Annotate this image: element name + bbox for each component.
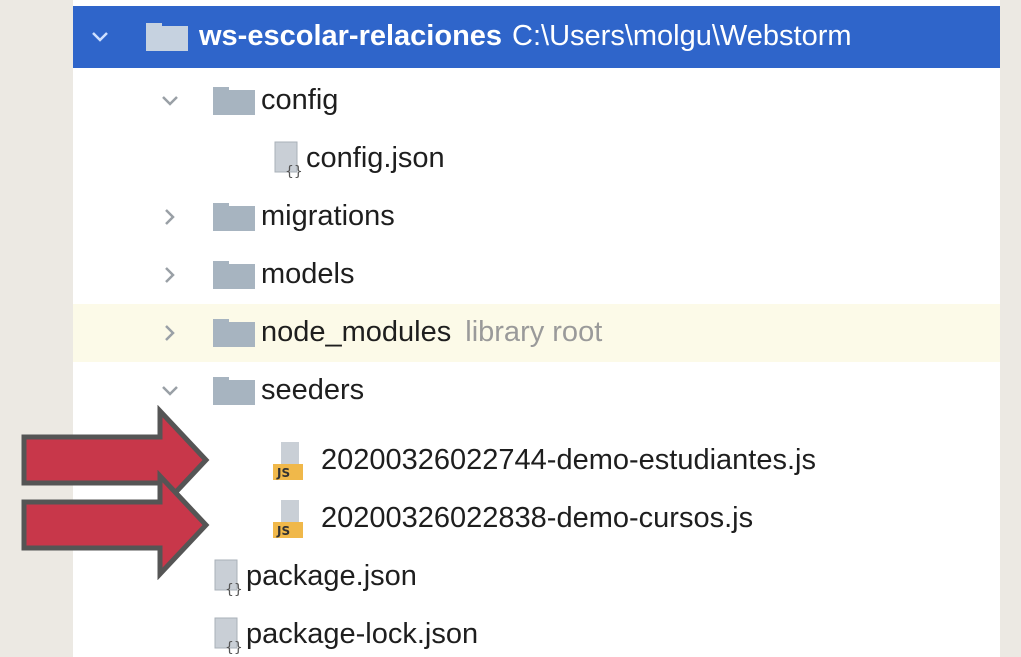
tree-item-models[interactable]: models [73,246,1000,304]
tree-item-label: config [261,84,339,116]
js-file-icon: JS [273,442,309,482]
chevron-down-icon[interactable] [161,92,179,110]
svg-text:JS: JS [276,466,290,480]
tree-item-label: package-lock.json [246,618,479,650]
tree-item-label: seeders [261,374,365,406]
svg-text:{}: {} [225,582,243,598]
json-file-icon: {} [213,558,249,598]
folder-icon [213,203,255,231]
folder-icon [146,23,188,51]
svg-text:{}: {} [225,640,243,656]
tree-item-node-modules[interactable]: node_modules library root [73,304,1000,362]
chevron-down-icon[interactable] [161,382,179,400]
svg-text:JS: JS [276,524,290,538]
node-modules-name: node_modules [261,316,452,348]
tree-root-label: ws-escolar-relaciones C:\Users\molgu\Webs… [199,20,852,53]
tree-item-label: node_modules library root [261,316,602,349]
folder-icon [213,261,255,289]
tree-item-label: 20200326022838-demo-cursos.js [321,502,754,534]
tree-item-label: 20200326022744-demo-estudiantes.js [321,444,816,476]
red-arrow-icon [0,470,215,580]
tree-item-label: migrations [261,200,395,232]
root-path: C:\Users\molgu\Webstorm [512,20,852,52]
js-file-icon: JS [273,500,309,540]
tree-root-row[interactable]: ws-escolar-relaciones C:\Users\molgu\Webs… [73,6,1000,68]
chevron-right-icon[interactable] [161,324,179,342]
tree-item-label: models [261,258,355,290]
library-root-hint: library root [465,316,603,348]
tree-item-config[interactable]: config [73,72,1000,130]
tree-item-package-lock-json[interactable]: {} package-lock.json [73,606,1000,657]
root-name: ws-escolar-relaciones [199,20,503,52]
chevron-right-icon[interactable] [161,266,179,284]
folder-icon [213,377,255,405]
folder-icon [213,87,255,115]
tree-item-migrations[interactable]: migrations [73,188,1000,246]
json-file-icon: {} [213,616,249,656]
tree-item-config-json[interactable]: {} config.json [73,130,1000,188]
svg-text:{}: {} [285,164,303,180]
chevron-down-icon[interactable] [91,28,109,46]
json-file-icon: {} [273,140,309,180]
tree-item-label: package.json [246,560,417,592]
folder-icon [213,319,255,347]
tree-item-label: config.json [306,142,445,174]
chevron-right-icon[interactable] [161,208,179,226]
